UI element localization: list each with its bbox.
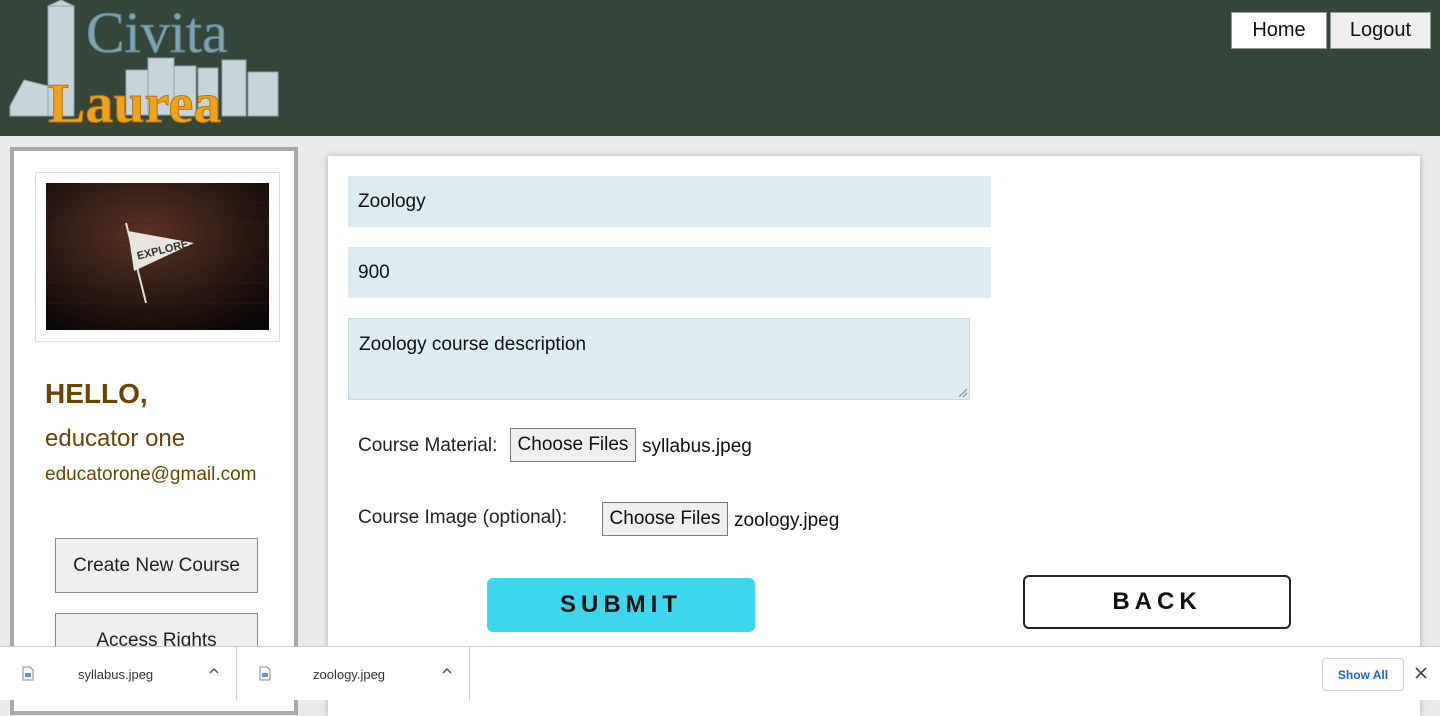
course-material-file-name: syllabus.jpeg [642,436,752,457]
course-image-choose-files-button[interactable]: Choose Files [602,502,728,536]
download-file-name: zoology.jpeg [313,667,386,682]
profile-card: EXPLORE [35,172,280,342]
file-image-icon [22,666,34,681]
course-image-file-name: zoology.jpeg [734,510,840,531]
create-new-course-button[interactable]: Create New Course [55,538,258,593]
download-item[interactable]: syllabus.jpeg [0,647,237,700]
download-item[interactable]: zoology.jpeg [237,647,470,700]
user-email: educatorone@gmail.com [45,464,257,485]
chevron-up-icon[interactable] [208,665,220,677]
profile-sidebar: EXPLORE HELLO, educator one educatorone@… [10,147,298,715]
show-all-downloads-button[interactable]: Show All [1322,658,1404,691]
course-material-choose-files-button[interactable]: Choose Files [510,428,636,462]
edit-course-form: Zoology 900 Zoology course description C… [328,156,1420,716]
profile-image: EXPLORE [46,183,269,330]
course-description-textarea[interactable]: Zoology course description [348,318,970,400]
course-image-label: Course Image (optional): [358,507,568,528]
course-price-input[interactable]: 900 [348,247,991,298]
svg-text:Laurea: Laurea [48,73,221,128]
resize-grip-icon[interactable] [959,389,967,397]
file-image-icon [259,666,271,681]
close-icon[interactable] [1414,666,1428,680]
back-button[interactable]: BACK [1023,575,1291,629]
download-file-name: syllabus.jpeg [78,667,154,682]
home-button[interactable]: Home [1231,12,1327,49]
svg-text:Civita: Civita [86,0,228,65]
civita-laurea-logo[interactable]: Civita Laurea [8,0,298,128]
chevron-up-icon[interactable] [441,665,453,677]
greeting-heading: HELLO, [45,378,148,409]
course-material-label: Course Material: [358,435,498,456]
description-text: Zoology course description [359,334,587,355]
logout-button[interactable]: Logout [1330,12,1431,49]
download-bar: syllabus.jpeg zoology.jpeg Show All [0,646,1440,700]
top-header: Civita Laurea Home Logout [0,0,1440,136]
submit-button[interactable]: SUBMIT [487,578,755,632]
course-title-input[interactable]: Zoology [348,176,991,227]
user-name: educator one [45,425,186,452]
